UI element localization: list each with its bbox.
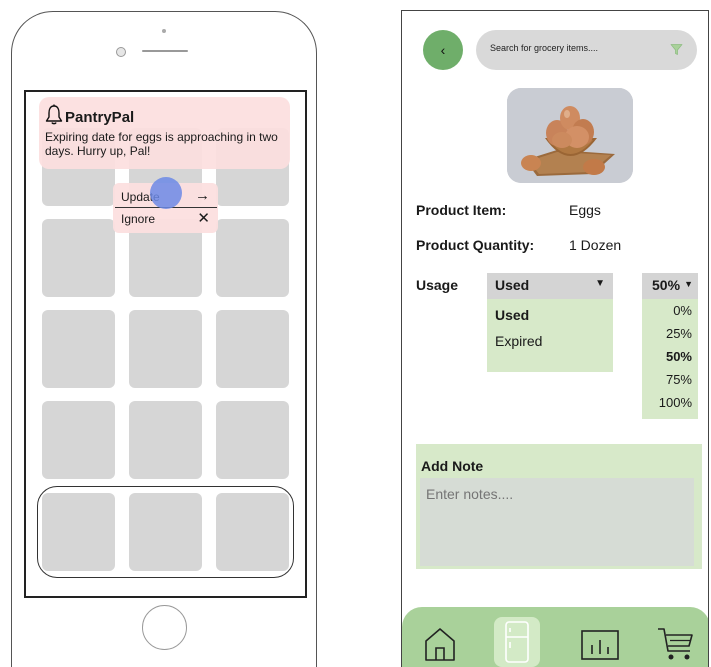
product-quantity-value: 1 Dozen (569, 237, 622, 253)
note-input[interactable] (420, 478, 694, 566)
percent-option[interactable]: 75% (666, 372, 692, 387)
ignore-label: Ignore (121, 212, 156, 226)
percent-option[interactable]: 25% (666, 326, 692, 341)
dock-app-tile[interactable] (42, 493, 115, 571)
dock-app-tile[interactable] (129, 493, 202, 571)
usage-percent-dropdown[interactable]: 50% ▼ (642, 273, 698, 299)
stats-chart-icon[interactable] (580, 625, 620, 663)
app-tile[interactable] (129, 310, 202, 388)
usage-options-list: Used Expired (487, 299, 613, 372)
app-tile[interactable] (42, 401, 115, 479)
app-tile[interactable] (42, 310, 115, 388)
usage-dropdown[interactable]: Used ▼ (487, 273, 613, 299)
close-icon: ✕ (197, 210, 210, 227)
search-input[interactable]: Search for grocery items.... (476, 30, 697, 70)
app-tile[interactable] (42, 219, 115, 297)
camera-dot (162, 29, 166, 33)
pantry-tab[interactable] (494, 617, 540, 667)
usage-selected-value: Used (495, 277, 530, 293)
earpiece-speaker (142, 50, 188, 52)
caret-down-icon: ▼ (595, 278, 605, 289)
product-item-label: Product Item: (416, 202, 507, 218)
caret-down-icon: ▼ (684, 279, 693, 289)
home-button[interactable] (142, 605, 187, 650)
pantry-fridge-icon (505, 621, 529, 663)
product-quantity-label: Product Quantity: (416, 237, 535, 253)
percent-option[interactable]: 50% (666, 349, 692, 364)
usage-option[interactable]: Expired (495, 333, 542, 349)
cart-icon[interactable] (656, 625, 696, 663)
dock-app-tile[interactable] (216, 493, 289, 571)
percent-selected-value: 50% (652, 277, 681, 293)
add-note-title: Add Note (421, 458, 484, 474)
add-note-card: Add Note (416, 444, 702, 569)
app-tile[interactable] (129, 401, 202, 479)
search-placeholder: Search for grocery items.... (490, 43, 599, 53)
eggs-illustration (507, 88, 633, 183)
product-image (507, 88, 633, 183)
home-icon[interactable] (423, 625, 457, 663)
notification-message: Expiring date for eggs is approaching in… (45, 130, 278, 158)
phone-frame-right: ‹ Search for grocery items.... Product I… (401, 10, 709, 667)
usage-label: Usage (416, 277, 459, 293)
percent-option[interactable]: 100% (659, 395, 692, 410)
percent-options-list: 0% 25% 50% 75% 100% (642, 299, 698, 419)
touch-indicator (150, 177, 182, 209)
arrow-right-icon: → (195, 187, 210, 204)
app-tile[interactable] (216, 219, 289, 297)
ignore-action[interactable]: Ignore ✕ (119, 209, 214, 229)
notification-app-name: PantryPal (65, 109, 135, 126)
app-tile[interactable] (216, 310, 289, 388)
chevron-left-icon: ‹ (440, 42, 446, 58)
bottom-navigation (402, 607, 708, 667)
app-tile[interactable] (216, 401, 289, 479)
product-item-value: Eggs (569, 202, 601, 218)
percent-option[interactable]: 0% (673, 303, 692, 318)
back-button[interactable]: ‹ (423, 30, 463, 70)
filter-icon[interactable] (670, 43, 683, 56)
front-sensor (116, 47, 126, 57)
bell-icon (45, 104, 63, 125)
usage-option[interactable]: Used (495, 307, 529, 323)
